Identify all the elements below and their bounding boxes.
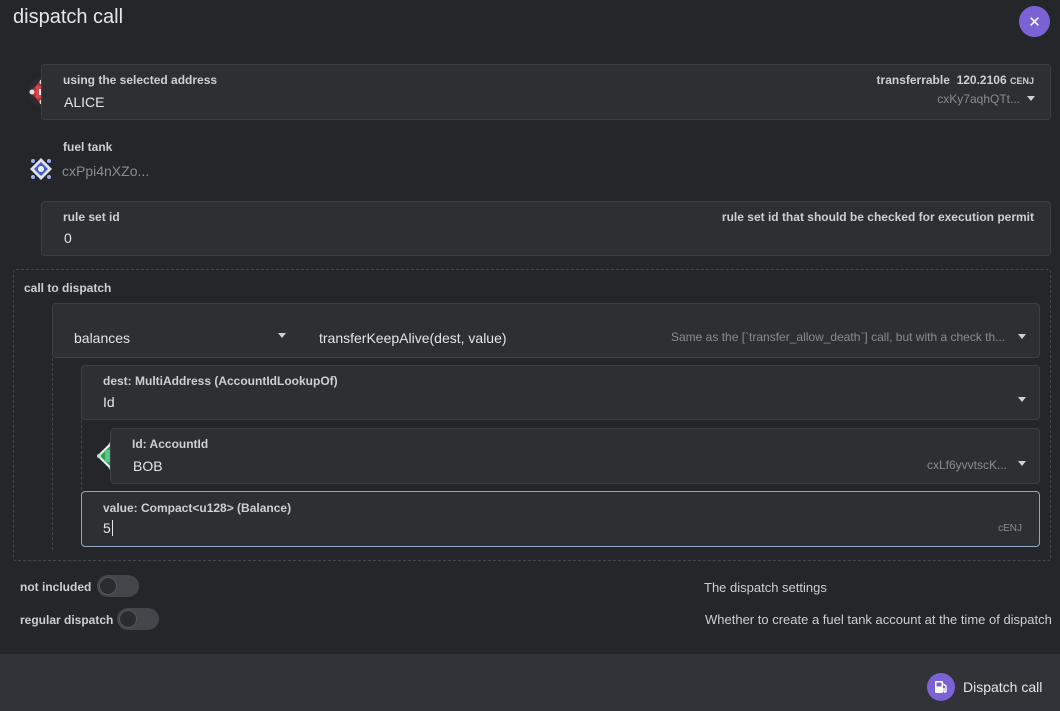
chevron-down-icon [1027, 96, 1035, 101]
value-input[interactable]: value: Compact<u128> (Balance) 5 cENJ [81, 491, 1040, 547]
modal-footer [0, 654, 1060, 711]
selected-address-field[interactable]: using the selected address ALICE transfe… [41, 64, 1051, 120]
call-method-description: Same as the [`transfer_allow_death`] cal… [671, 330, 1006, 344]
account-id-address: cxLf6yvvtscK... [926, 458, 1007, 472]
dest-guide-line [81, 420, 82, 490]
chevron-down-icon [1018, 397, 1026, 402]
account-id-label: Id: AccountId [132, 437, 209, 451]
value-label: value: Compact<u128> (Balance) [103, 501, 292, 515]
fuel-tank-avatar [29, 157, 53, 181]
dispatch-call-label: Dispatch call [963, 679, 1043, 695]
chevron-down-icon [278, 333, 286, 338]
fuel-tank-label: fuel tank [63, 140, 113, 154]
value-unit: cENJ [998, 523, 1022, 534]
dispatch-call-button[interactable]: Dispatch call [927, 673, 1042, 701]
regular-dispatch-hint: Whether to create a fuel tank account at… [705, 612, 1052, 627]
dest-value: Id [103, 394, 115, 410]
selected-address-short: cxKy7aqhQTt... [937, 92, 1020, 106]
rule-set-id-value: 0 [64, 230, 72, 246]
selected-address-label: using the selected address [63, 73, 218, 87]
rule-set-id-label: rule set id [63, 210, 120, 224]
selected-address-name: ALICE [64, 94, 105, 110]
fuel-pump-icon [927, 673, 955, 701]
dest-label: dest: MultiAddress (AccountIdLookupOf) [103, 374, 338, 388]
value-text[interactable]: 5 [103, 520, 113, 536]
not-included-label: not included [20, 580, 92, 594]
call-method-select[interactable]: transferKeepAlive(dest, value) [319, 330, 507, 346]
fuel-tank-address: cxPpi4nXZo... [62, 163, 150, 179]
dest-select[interactable]: dest: MultiAddress (AccountIdLookupOf) I… [81, 365, 1040, 420]
regular-dispatch-toggle[interactable] [117, 608, 159, 630]
chevron-down-icon [1018, 334, 1026, 339]
modal-title: dispatch call [13, 6, 124, 28]
regular-dispatch-label: regular dispatch [20, 613, 114, 627]
transferrable-balance: transferrable 120.2106 CENJ [876, 73, 1034, 87]
rule-set-id-field[interactable]: rule set id rule set id that should be c… [41, 201, 1051, 256]
rule-set-id-hint: rule set id that should be checked for e… [721, 210, 1034, 224]
params-guide-line [52, 358, 53, 550]
account-id-name: BOB [133, 458, 163, 474]
not-included-toggle[interactable] [97, 575, 139, 597]
not-included-hint: The dispatch settings [704, 580, 827, 595]
close-button[interactable]: ✕ [1019, 6, 1050, 37]
call-section-select[interactable]: balances [74, 330, 130, 346]
chevron-down-icon [1018, 461, 1026, 466]
call-to-dispatch-label: call to dispatch [24, 281, 112, 295]
account-id-select[interactable]: Id: AccountId BOB cxLf6yvvtscK... [110, 428, 1040, 484]
close-icon: ✕ [1028, 13, 1041, 31]
call-selector: balances transferKeepAlive(dest, value) … [52, 303, 1040, 358]
